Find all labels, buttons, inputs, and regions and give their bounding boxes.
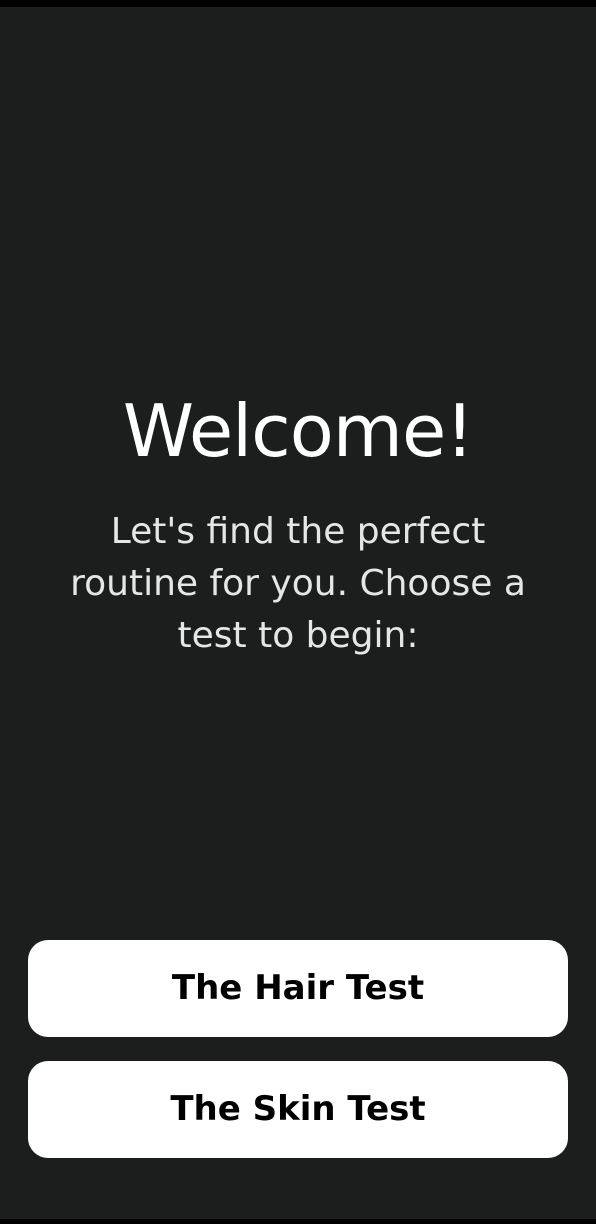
page-title: Welcome! bbox=[122, 389, 474, 473]
hair-test-button[interactable]: The Hair Test bbox=[28, 940, 568, 1037]
navigation-bar bbox=[0, 1219, 596, 1224]
skin-test-button[interactable]: The Skin Test bbox=[28, 1061, 568, 1158]
status-bar bbox=[0, 0, 596, 7]
welcome-subtitle: Let's find the perfect routine for you. … bbox=[70, 511, 526, 656]
